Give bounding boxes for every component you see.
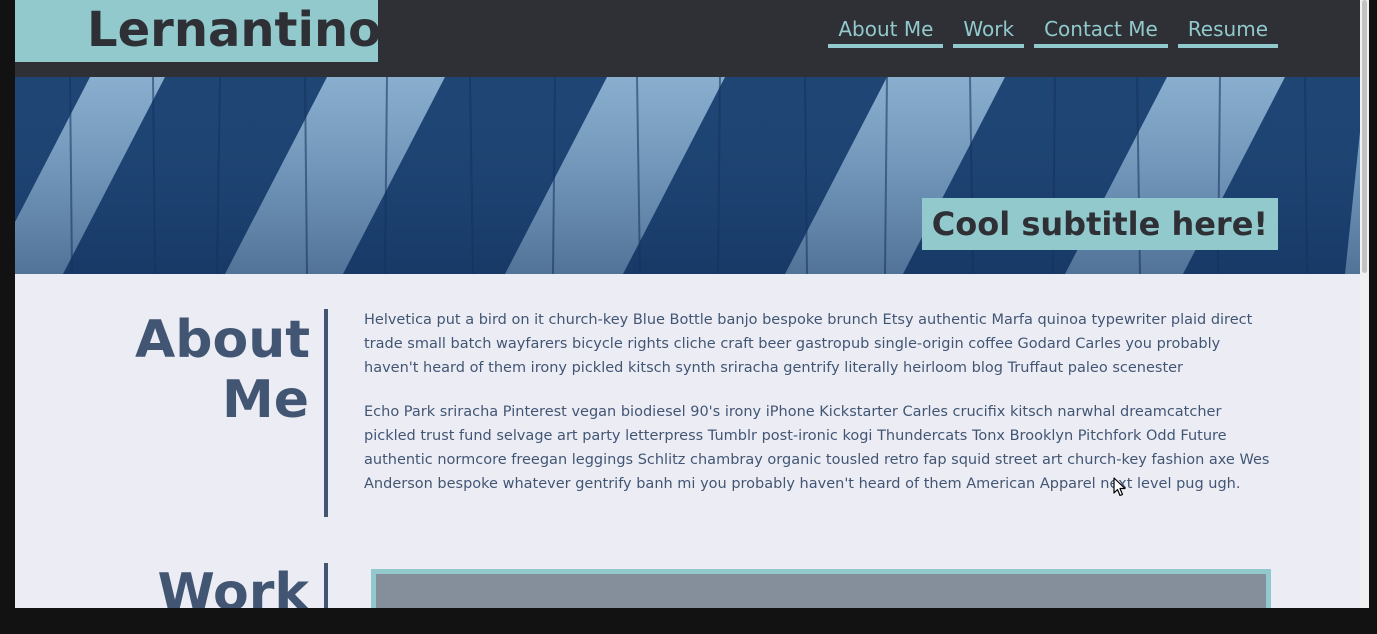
- nav-resume[interactable]: Resume: [1177, 14, 1278, 48]
- about-me-paragraph: Helvetica put a bird on it church-key Bl…: [364, 312, 1253, 376]
- browser-viewport: Lernantino About Me Work Contact Me Resu…: [15, 0, 1369, 608]
- hero-subtitle: Cool subtitle here!: [921, 198, 1278, 250]
- site-logo[interactable]: Lernantino: [15, 0, 381, 62]
- about-me-heading-line1: About: [135, 310, 311, 370]
- main-nav: About Me Work Contact Me Resume: [828, 14, 1278, 48]
- about-me-heading: About Me: [135, 310, 311, 430]
- about-me-divider: [324, 309, 328, 517]
- scrollbar-thumb[interactable]: [1362, 0, 1367, 273]
- nav-work[interactable]: Work: [953, 14, 1025, 48]
- page-scrollbar[interactable]: [1360, 0, 1369, 608]
- about-me-paragraph: Echo Park sriracha Pinterest vegan biodi…: [364, 404, 1270, 492]
- site-header: Lernantino About Me Work Contact Me Resu…: [15, 0, 1360, 77]
- mouse-pointer-icon: [1113, 477, 1126, 497]
- about-me-heading-line2: Me: [221, 370, 309, 430]
- nav-about-me[interactable]: About Me: [828, 14, 944, 48]
- work-heading: Work: [157, 563, 309, 608]
- work-project-card[interactable]: [371, 569, 1271, 608]
- work-divider: [324, 563, 328, 608]
- nav-contact-me[interactable]: Contact Me: [1034, 14, 1168, 48]
- hero-banner: Cool subtitle here!: [15, 77, 1360, 274]
